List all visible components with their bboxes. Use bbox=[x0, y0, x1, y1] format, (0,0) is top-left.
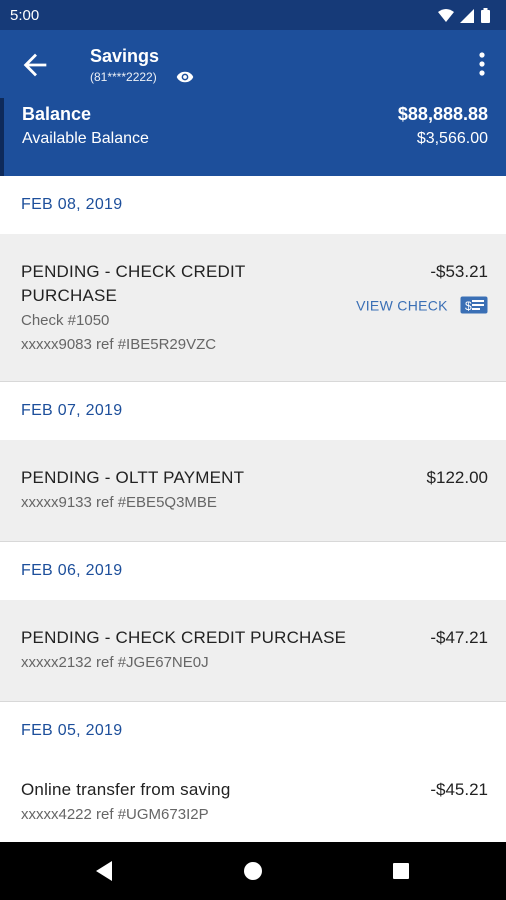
transaction-ref: xxxxx2132 ref #JGE67NE0J bbox=[21, 654, 209, 671]
status-icons bbox=[438, 8, 490, 23]
transaction-row[interactable]: PENDING - CHECK CREDIT PURCHASE xxxxx213… bbox=[0, 600, 506, 702]
wifi-icon bbox=[438, 9, 454, 22]
nav-recents-icon[interactable] bbox=[386, 856, 416, 886]
balance-summary: Balance $88,888.88 Available Balance $3,… bbox=[0, 98, 506, 176]
system-nav-bar bbox=[0, 842, 506, 900]
transaction-title: Online transfer from saving bbox=[21, 780, 231, 799]
eye-icon[interactable] bbox=[176, 70, 194, 84]
transaction-amount: -$45.21 bbox=[430, 780, 488, 799]
balance-value: $88,888.88 bbox=[397, 104, 488, 124]
transaction-title-line2: PURCHASE bbox=[21, 286, 118, 305]
battery-icon bbox=[481, 8, 490, 23]
transaction-ref: xxxxx9083 ref #IBE5R29VZC bbox=[21, 336, 217, 353]
check-card-icon: $ bbox=[460, 296, 488, 314]
back-arrow-icon[interactable] bbox=[18, 48, 52, 82]
view-check-label: VIEW CHECK bbox=[356, 297, 448, 314]
more-vert-icon[interactable] bbox=[472, 49, 492, 79]
transaction-amount: $122.00 bbox=[426, 468, 488, 487]
status-time: 5:00 bbox=[10, 7, 40, 24]
transaction-row[interactable]: PENDING - CHECK CREDIT PURCHASE Check #1… bbox=[0, 234, 506, 382]
transaction-row[interactable]: PENDING - OLTT PAYMENT xxxxx9133 ref #EB… bbox=[0, 440, 506, 542]
signal-icon bbox=[460, 9, 474, 23]
transaction-title: PENDING - CHECK CREDIT PURCHASE bbox=[21, 628, 347, 647]
date-header: FEB 08, 2019 bbox=[0, 176, 506, 234]
check-number: Check #1050 bbox=[21, 312, 110, 329]
nav-home-icon[interactable] bbox=[238, 856, 268, 886]
view-check-link[interactable]: VIEW CHECK $ bbox=[356, 296, 488, 314]
balance-label: Balance bbox=[22, 104, 92, 124]
available-balance-label: Available Balance bbox=[22, 130, 149, 147]
date-header: FEB 06, 2019 bbox=[0, 542, 506, 600]
date-header: FEB 05, 2019 bbox=[0, 702, 506, 760]
account-title: Savings bbox=[90, 46, 160, 66]
nav-back-icon[interactable] bbox=[90, 856, 120, 886]
transaction-amount: -$53.21 bbox=[430, 262, 488, 281]
transaction-amount: -$47.21 bbox=[430, 628, 488, 647]
app-bar: Savings (81****2222) bbox=[0, 30, 506, 98]
transaction-title: PENDING - OLTT PAYMENT bbox=[21, 468, 245, 487]
transaction-title: PENDING - CHECK CREDIT bbox=[21, 262, 246, 281]
available-balance-value: $3,566.00 bbox=[416, 130, 488, 147]
account-number: (81****2222) bbox=[90, 70, 157, 84]
transaction-list: FEB 08, 2019 PENDING - CHECK CREDIT PURC… bbox=[0, 176, 506, 862]
transaction-ref: xxxxx9133 ref #EBE5Q3MBE bbox=[21, 494, 217, 511]
date-header: FEB 07, 2019 bbox=[0, 382, 506, 440]
transaction-ref: xxxxx4222 ref #UGM673I2P bbox=[21, 806, 209, 823]
status-bar: 5:00 bbox=[0, 0, 506, 30]
svg-text:$: $ bbox=[465, 299, 472, 313]
